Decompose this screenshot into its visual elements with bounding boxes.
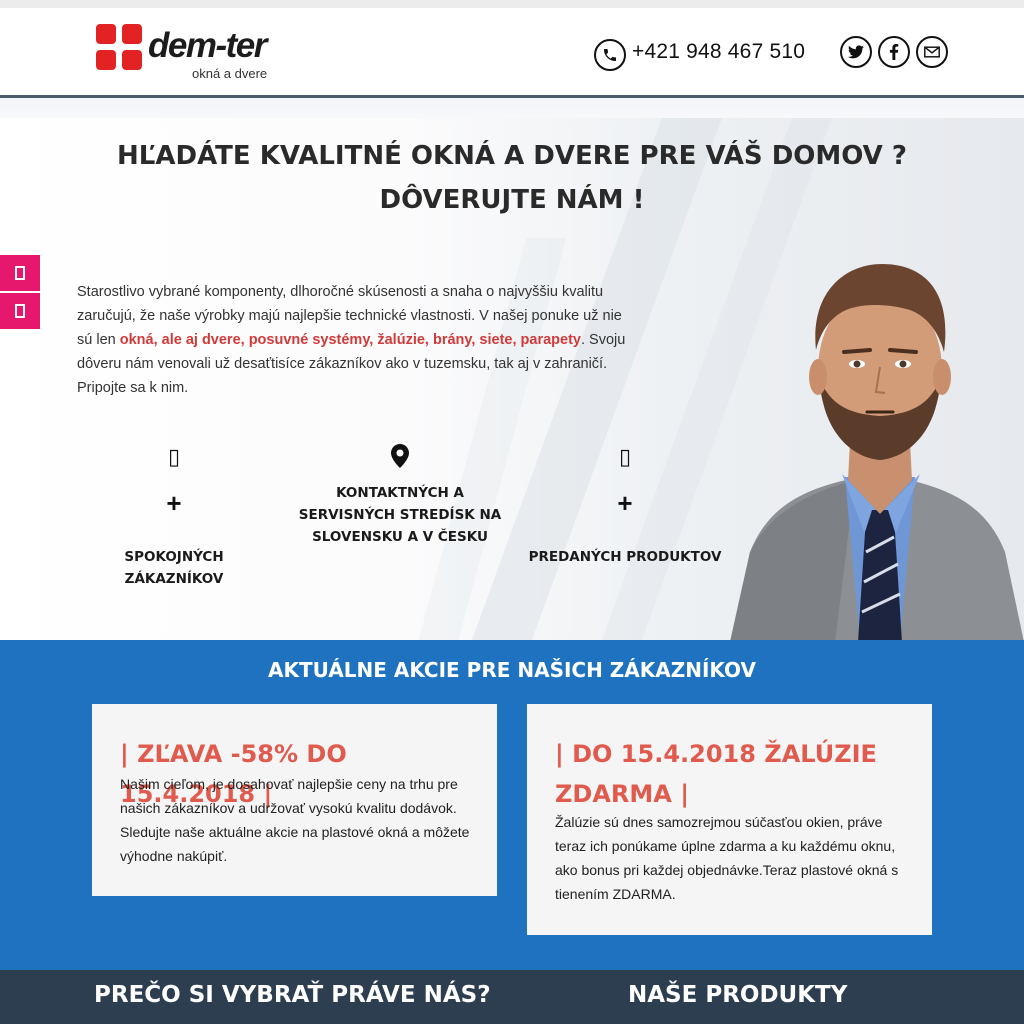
- promotions-title: AKTUÁLNE AKCIE PRE NAŠICH ZÁKAZNÍKOV: [268, 658, 756, 682]
- promo-card: | ZĽAVA -58% DO 15.4.2018 | Našim cieľom…: [92, 704, 497, 896]
- stat-number: +: [166, 488, 182, 518]
- placeholder-icon: [15, 304, 25, 318]
- stat-products-sold: ▯ + PREDANÝCH PRODUKTOV: [520, 444, 730, 568]
- businessman-image: [730, 264, 1024, 640]
- phone-icon: [594, 39, 626, 71]
- stat-service-centers: KONTAKTNÝCH A SERVISNÝCH STREDÍSK NA SLO…: [298, 444, 502, 548]
- header-shadow: [0, 98, 1024, 118]
- hero-section: HĽADÁTE KVALITNÉ OKNÁ A DVERE PRE VÁŠ DO…: [0, 118, 1024, 640]
- logo-text: dem-ter: [148, 26, 267, 65]
- placeholder-icon: [15, 266, 25, 280]
- our-products-heading: NAŠE PRODUKTY: [628, 982, 848, 1008]
- top-strip: [0, 0, 1024, 8]
- side-tab-button[interactable]: [0, 293, 40, 329]
- stat-number: +: [617, 488, 633, 518]
- stat-customers: ▯ + SPOKOJNÝCH ZÁKAZNÍKOV: [96, 444, 252, 590]
- stat-label: KONTAKTNÝCH A SERVISNÝCH STREDÍSK NA SLO…: [298, 485, 502, 545]
- promo-card: | DO 15.4.2018 ŽALÚZIE ZDARMA | Žalúzie …: [527, 704, 932, 935]
- stat-label: PREDANÝCH PRODUKTOV: [528, 549, 722, 565]
- phone-number: +421 948 467 510: [632, 40, 806, 63]
- phone-contact[interactable]: +421 948 467 510: [594, 38, 805, 72]
- placeholder-icon: ▯: [167, 444, 181, 469]
- promo-card-text: Našim cieľom, je dosahovať najlepšie cen…: [120, 776, 470, 864]
- logo-cross-icon: [96, 24, 142, 70]
- mail-icon[interactable]: [916, 36, 948, 68]
- promotions-section: AKTUÁLNE AKCIE PRE NAŠICH ZÁKAZNÍKOV | Z…: [0, 640, 1024, 970]
- promo-card-title: | DO 15.4.2018 ŽALÚZIE ZDARMA |: [555, 740, 877, 808]
- bottom-section: PREČO SI VYBRAŤ PRÁVE NÁS? NAŠE PRODUKTY: [0, 970, 1024, 1024]
- placeholder-icon: ▯: [618, 444, 632, 469]
- side-tab-button[interactable]: [0, 255, 40, 291]
- promo-card-text: Žalúzie sú dnes samozrejmou súčasťou oki…: [555, 814, 899, 902]
- hero-paragraph: Starostlivo vybrané komponenty, dlhoročn…: [77, 280, 637, 400]
- stat-label: SPOKOJNÝCH ZÁKAZNÍKOV: [124, 549, 224, 587]
- twitter-icon[interactable]: [840, 36, 872, 68]
- hero-title-line1: HĽADÁTE KVALITNÉ OKNÁ A DVERE PRE VÁŠ DO…: [117, 141, 907, 171]
- hero-title: HĽADÁTE KVALITNÉ OKNÁ A DVERE PRE VÁŠ DO…: [0, 134, 1024, 222]
- facebook-icon[interactable]: [878, 36, 910, 68]
- hero-title-line2: DÔVERUJTE NÁM !: [379, 185, 645, 215]
- map-marker-icon: [298, 444, 502, 474]
- hero-products-highlight: okná, ale aj dvere, posuvné systémy, žal…: [119, 332, 581, 348]
- logo-tagline: okná a dvere: [192, 66, 268, 81]
- logo[interactable]: dem-ter okná a dvere: [96, 24, 296, 84]
- why-us-heading: PREČO SI VYBRAŤ PRÁVE NÁS?: [94, 982, 491, 1008]
